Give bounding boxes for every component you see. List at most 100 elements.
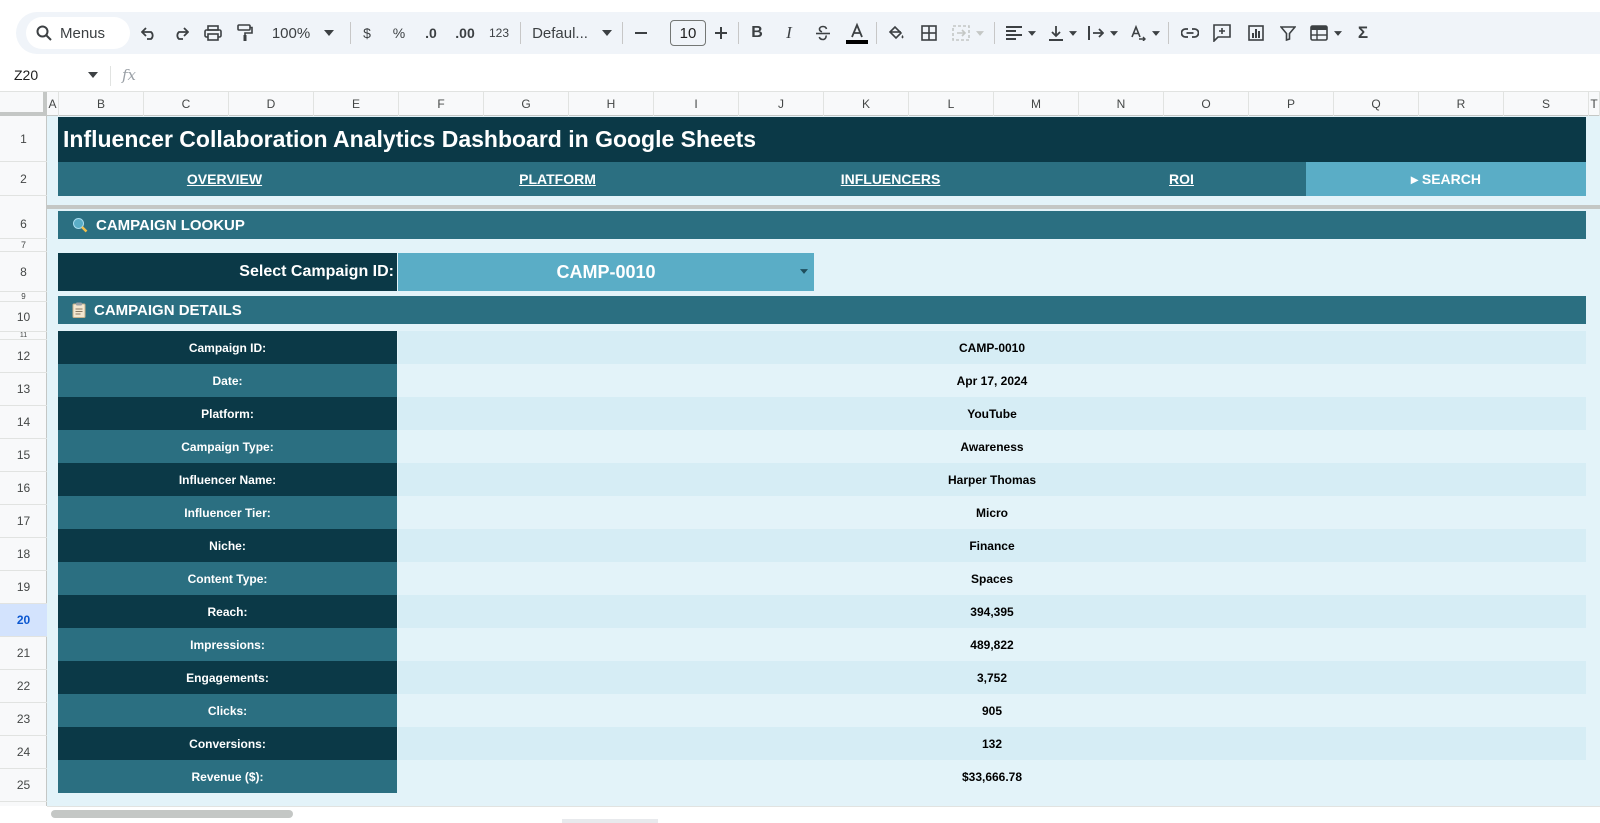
detail-value[interactable]: Awareness <box>398 430 1586 463</box>
detail-value[interactable]: Micro <box>398 496 1586 529</box>
create-filter-button[interactable] <box>1276 20 1300 46</box>
row-header[interactable]: 12 <box>0 340 47 373</box>
row-header[interactable]: 17 <box>0 505 47 538</box>
text-color-button[interactable] <box>844 20 870 46</box>
row-header[interactable]: 21 <box>0 637 47 670</box>
column-header[interactable]: B <box>59 92 144 116</box>
row-header[interactable]: 22 <box>0 670 47 703</box>
detail-value[interactable]: Apr 17, 2024 <box>398 364 1586 397</box>
insert-link-button[interactable] <box>1178 20 1202 46</box>
column-header[interactable]: L <box>909 92 994 116</box>
scrollbar-thumb[interactable] <box>51 810 293 818</box>
detail-value[interactable]: CAMP-0010 <box>398 331 1586 364</box>
table-button[interactable] <box>1308 20 1344 46</box>
merge-cells-button[interactable] <box>948 20 988 46</box>
functions-button[interactable]: Σ <box>1352 20 1374 46</box>
detail-value[interactable]: 905 <box>398 694 1586 727</box>
column-header[interactable]: A <box>47 92 59 116</box>
column-header[interactable]: P <box>1249 92 1334 116</box>
number-format-button[interactable]: 123 <box>486 20 512 46</box>
nav-influencers[interactable]: INFLUENCERS <box>724 162 1057 196</box>
column-header[interactable]: E <box>314 92 399 116</box>
column-header[interactable]: C <box>144 92 229 116</box>
fill-color-button[interactable] <box>884 20 908 46</box>
strikethrough-button[interactable] <box>812 20 834 46</box>
detail-value[interactable]: Finance <box>398 529 1586 562</box>
nav-roi[interactable]: ROI <box>1057 162 1306 196</box>
insert-comment-button[interactable] <box>1210 20 1234 46</box>
column-header[interactable]: Q <box>1334 92 1419 116</box>
column-header[interactable]: H <box>569 92 654 116</box>
detail-value[interactable]: 394,395 <box>398 595 1586 628</box>
horizontal-align-button[interactable] <box>1004 20 1038 46</box>
detail-value[interactable]: Spaces <box>398 562 1586 595</box>
detail-value[interactable]: 132 <box>398 727 1586 760</box>
nav-search[interactable]: ▸ SEARCH <box>1306 162 1586 196</box>
row-header[interactable]: 10 <box>0 302 47 332</box>
detail-value[interactable]: Harper Thomas <box>398 463 1586 496</box>
row-header[interactable]: 16 <box>0 472 47 505</box>
column-header[interactable]: F <box>399 92 484 116</box>
column-header[interactable]: O <box>1164 92 1249 116</box>
decrease-decimal-button[interactable]: .0 <box>418 20 444 46</box>
name-box[interactable]: Z20 <box>14 67 38 83</box>
row-header[interactable]: 14 <box>0 406 47 439</box>
row-header[interactable]: 23 <box>0 703 47 736</box>
currency-format-button[interactable]: $ <box>356 20 378 46</box>
campaign-id-dropdown[interactable]: CAMP-0010 <box>398 253 814 291</box>
row-header[interactable]: 11 <box>0 332 47 340</box>
detail-value[interactable]: 3,752 <box>398 661 1586 694</box>
italic-button[interactable]: I <box>778 20 800 46</box>
font-size-input[interactable]: 10 <box>670 20 706 46</box>
row-header[interactable]: 19 <box>0 571 47 604</box>
column-header[interactable]: I <box>654 92 739 116</box>
zoom-select[interactable]: 100% <box>268 20 338 46</box>
column-header[interactable]: R <box>1419 92 1504 116</box>
menu-search[interactable]: Menus <box>26 17 130 49</box>
nav-platform[interactable]: PLATFORM <box>391 162 724 196</box>
row-header[interactable]: 15 <box>0 439 47 472</box>
bold-button[interactable]: B <box>746 20 768 46</box>
row-header[interactable]: 25 <box>0 769 47 802</box>
paint-format-button[interactable] <box>234 20 256 46</box>
detail-value[interactable]: YouTube <box>398 397 1586 430</box>
insert-chart-button[interactable] <box>1244 20 1268 46</box>
row-header[interactable]: 9 <box>0 292 47 302</box>
text-rotation-button[interactable] <box>1128 20 1162 46</box>
column-header[interactable]: K <box>824 92 909 116</box>
text-wrapping-button[interactable] <box>1086 20 1120 46</box>
column-header[interactable]: D <box>229 92 314 116</box>
freeze-divider[interactable] <box>47 205 1600 209</box>
row-header[interactable]: 18 <box>0 538 47 571</box>
undo-button[interactable] <box>138 20 160 46</box>
select-all-corner[interactable] <box>0 92 47 116</box>
row-header[interactable]: 13 <box>0 373 47 406</box>
nav-overview[interactable]: OVERVIEW <box>58 162 391 196</box>
column-header[interactable]: S <box>1504 92 1589 116</box>
row-header[interactable]: 8 <box>0 252 47 292</box>
caret-down-icon[interactable] <box>88 72 98 78</box>
column-header[interactable]: M <box>994 92 1079 116</box>
percent-format-button[interactable]: % <box>388 20 410 46</box>
row-header[interactable]: 6 <box>0 209 47 239</box>
increase-decimal-button[interactable]: .00 <box>450 20 480 46</box>
detail-value[interactable]: $33,666.78 <box>398 760 1586 793</box>
horizontal-scrollbar[interactable] <box>47 806 1600 823</box>
print-button[interactable] <box>202 20 224 46</box>
column-header[interactable]: T <box>1589 92 1600 116</box>
sheet-grid[interactable]: Influencer Collaboration Analytics Dashb… <box>47 116 1600 806</box>
borders-button[interactable] <box>918 20 940 46</box>
vertical-align-button[interactable] <box>1046 20 1080 46</box>
increase-font-size-button[interactable] <box>710 20 732 46</box>
column-header[interactable]: G <box>484 92 569 116</box>
row-header[interactable]: 1 <box>0 116 47 162</box>
row-header[interactable]: 7 <box>0 239 47 252</box>
row-header-active[interactable]: 20 <box>0 604 47 637</box>
detail-value[interactable]: 489,822 <box>398 628 1586 661</box>
row-header[interactable]: 24 <box>0 736 47 769</box>
redo-button[interactable] <box>170 20 192 46</box>
column-header[interactable]: N <box>1079 92 1164 116</box>
font-family-select[interactable]: Defaul... <box>530 20 614 46</box>
column-header[interactable]: J <box>739 92 824 116</box>
decrease-font-size-button[interactable] <box>630 20 652 46</box>
